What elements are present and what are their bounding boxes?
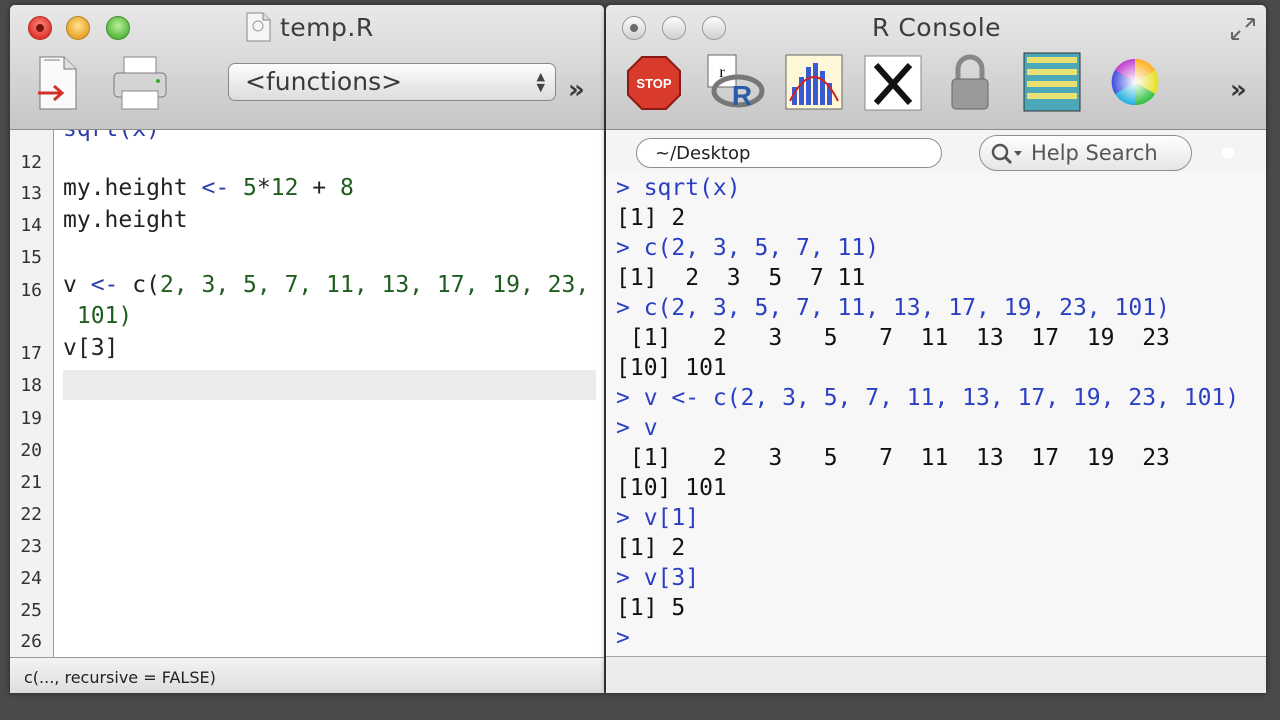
line-number: 18 <box>20 375 42 396</box>
console-output-line: [1] 2 3 5 7 11 <box>616 265 866 291</box>
code-editor[interactable]: sqrt(x) my.height <- 5*12 + 8 my.height … <box>53 130 604 657</box>
zoom-window-button[interactable] <box>106 16 130 40</box>
functions-select[interactable]: <functions> ▲ ▼ <box>228 63 556 101</box>
line-number: 26 <box>20 631 42 652</box>
code-line: v[3] <box>63 335 119 361</box>
search-icon <box>991 143 1022 165</box>
line-number: 13 <box>20 183 42 204</box>
console-input-line: > v[1] <box>616 505 700 531</box>
toolbar-overflow-button[interactable]: » <box>1230 75 1247 105</box>
status-indicator <box>1222 147 1234 159</box>
console-statusbar <box>606 656 1266 693</box>
console-output-line: [1] 2 <box>616 205 686 231</box>
console-output-line: [1] 2 <box>616 535 686 561</box>
console-titlebar: R Console STOP r R » <box>606 5 1266 130</box>
code-line: my.height <- 5*12 + 8 <box>63 175 354 201</box>
console-output-line: [1] 5 <box>616 595 686 621</box>
line-number: 17 <box>20 343 42 364</box>
minimize-window-button[interactable] <box>66 16 90 40</box>
line-number: 23 <box>20 536 42 557</box>
close-window-button[interactable] <box>28 16 52 40</box>
source-file-icon[interactable] <box>32 53 84 115</box>
help-search-placeholder: Help Search <box>1031 141 1158 165</box>
select-arrows-icon: ▲ ▼ <box>536 70 545 94</box>
stop-icon[interactable]: STOP <box>626 55 682 111</box>
current-line-highlight <box>63 370 596 400</box>
console-input-line: > sqrt(x) <box>616 175 741 201</box>
console-output-line: [10] 101 <box>616 475 727 501</box>
console-prompt[interactable]: > <box>616 625 630 651</box>
console-input-line: > v <- c(2, 3, 5, 7, 11, 13, 17, 19, 23,… <box>616 385 1240 411</box>
document-icon <box>246 12 271 42</box>
svg-text:R: R <box>732 80 752 111</box>
working-directory-field[interactable]: ~/Desktop <box>636 138 942 168</box>
console-output-line: [1] 2 3 5 7 11 13 17 19 23 <box>616 325 1170 351</box>
line-number: 21 <box>20 472 42 493</box>
console-input-line: > v[3] <box>616 565 700 591</box>
console-output-line: [10] 101 <box>616 355 727 381</box>
console-input-line: > v <box>616 415 658 441</box>
line-number: 19 <box>20 408 42 429</box>
line-number-gutter: 12 13 14 15 16 17 18 19 20 21 22 23 24 2… <box>10 130 54 657</box>
editor-window: temp.R <functions> ▲ ▼ » 12 13 14 15 16 1… <box>10 5 604 693</box>
line-number: 14 <box>20 215 42 236</box>
minimize-window-button[interactable] <box>662 16 686 40</box>
fullscreen-icon[interactable] <box>1228 15 1258 43</box>
source-script-icon[interactable]: r R <box>702 51 766 113</box>
close-window-button[interactable] <box>622 16 646 40</box>
console-input-line: > c(2, 3, 5, 7, 11) <box>616 235 880 261</box>
line-number: 20 <box>20 440 42 461</box>
history-icon[interactable] <box>1022 51 1082 113</box>
toolbar-overflow-button[interactable]: » <box>568 75 585 105</box>
line-number: 24 <box>20 568 42 589</box>
console-output-line: [1] 2 3 5 7 11 13 17 19 23 <box>616 445 1170 471</box>
code-line: my.height <box>63 207 188 233</box>
quartz-graph-icon[interactable] <box>784 53 844 111</box>
console-title: R Console <box>872 13 1002 42</box>
line-number: 22 <box>20 504 42 525</box>
code-line: 101) <box>63 303 133 329</box>
zoom-window-button[interactable] <box>702 16 726 40</box>
color-wheel-icon[interactable] <box>1110 57 1160 107</box>
x11-icon[interactable] <box>864 55 922 111</box>
function-hint-statusbar: c(..., recursive = FALSE) <box>10 657 604 693</box>
functions-select-value: <functions> <box>245 67 403 96</box>
editor-titlebar: temp.R <functions> ▲ ▼ » <box>10 5 604 130</box>
help-search-field[interactable]: Help Search <box>979 135 1192 171</box>
code-line: v <- c(2, 3, 5, 7, 11, 13, 17, 19, 23, <box>63 272 590 298</box>
code-line: sqrt(x) <box>63 130 160 142</box>
line-number: 16 <box>20 280 42 301</box>
console-output[interactable]: > sqrt(x) [1] 2 > c(2, 3, 5, 7, 11) [1] … <box>606 173 1266 657</box>
editor-title: temp.R <box>280 13 374 42</box>
svg-text:STOP: STOP <box>636 76 671 91</box>
line-number: 25 <box>20 600 42 621</box>
print-icon[interactable] <box>110 53 170 115</box>
console-window: R Console STOP r R » ~/Desktop Help Sear… <box>606 5 1266 693</box>
line-number: 12 <box>20 152 42 173</box>
lock-icon[interactable] <box>948 53 992 113</box>
console-input-line: > c(2, 3, 5, 7, 11, 13, 17, 19, 23, 101) <box>616 295 1170 321</box>
line-number: 15 <box>20 247 42 268</box>
